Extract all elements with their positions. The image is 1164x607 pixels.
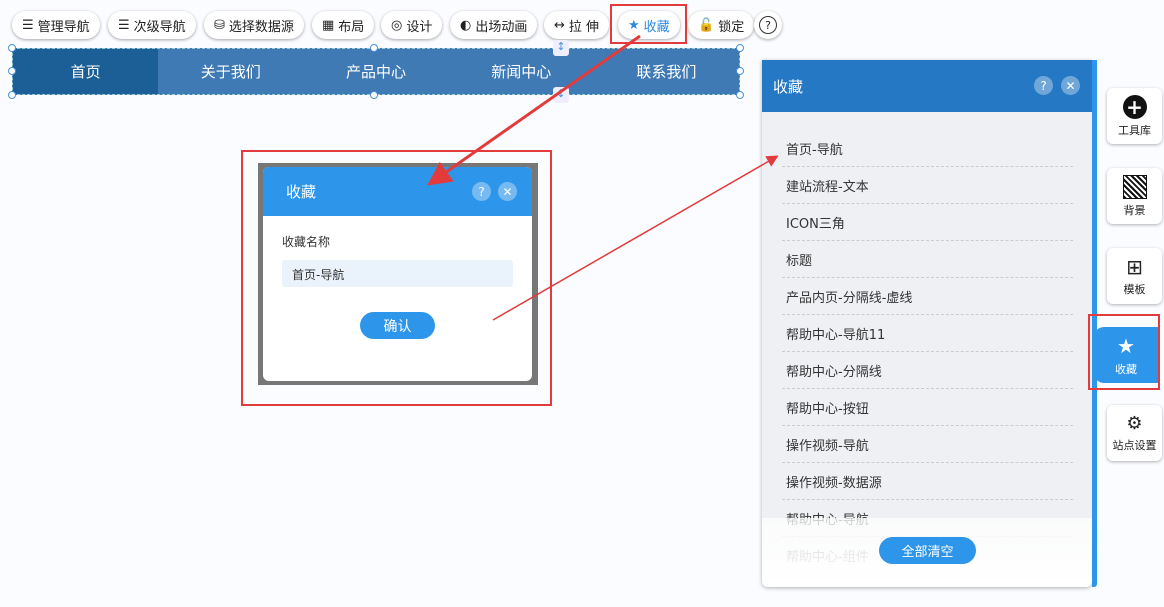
arrow-to-dialog: [427, 34, 641, 186]
annotation-arrows: [427, 34, 779, 321]
arrow-to-panel: [492, 155, 779, 321]
